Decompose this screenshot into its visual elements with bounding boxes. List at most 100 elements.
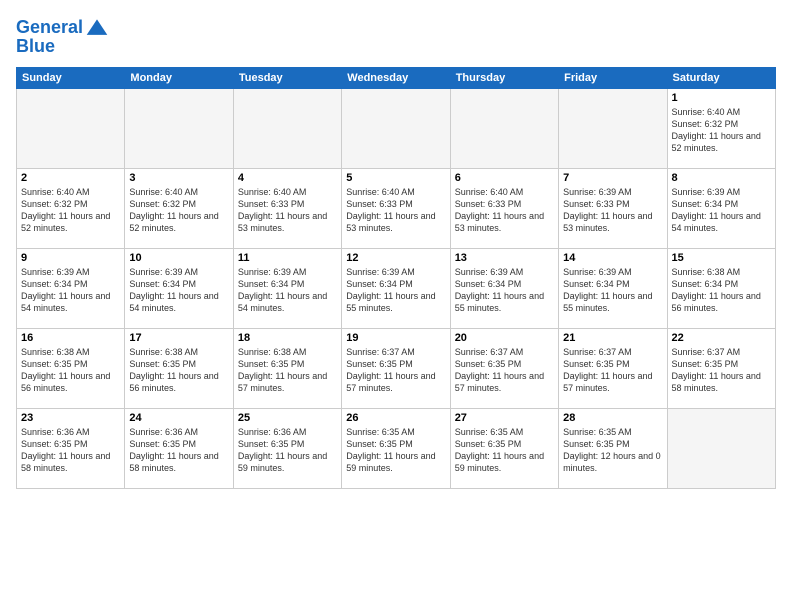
weekday-header-wednesday: Wednesday [342,68,450,89]
day-number: 28 [563,412,662,424]
day-number: 19 [346,332,445,344]
day-number: 9 [21,252,120,264]
day-info: Sunrise: 6:36 AMSunset: 6:35 PMDaylight:… [129,426,228,475]
day-number: 1 [672,92,771,104]
calendar-cell [559,89,667,169]
day-number: 15 [672,252,771,264]
day-info: Sunrise: 6:38 AMSunset: 6:34 PMDaylight:… [672,266,771,315]
day-number: 10 [129,252,228,264]
calendar-cell [17,89,125,169]
day-info: Sunrise: 6:39 AMSunset: 6:34 PMDaylight:… [672,186,771,235]
day-info: Sunrise: 6:38 AMSunset: 6:35 PMDaylight:… [238,346,337,395]
day-number: 14 [563,252,662,264]
day-number: 24 [129,412,228,424]
logo-icon [85,16,109,40]
day-info: Sunrise: 6:36 AMSunset: 6:35 PMDaylight:… [21,426,120,475]
logo: General Blue [16,16,109,57]
weekday-header-monday: Monday [125,68,233,89]
day-number: 3 [129,172,228,184]
weekday-header-tuesday: Tuesday [233,68,341,89]
day-info: Sunrise: 6:37 AMSunset: 6:35 PMDaylight:… [672,346,771,395]
day-number: 2 [21,172,120,184]
calendar-cell [667,409,775,489]
calendar-cell: 19 Sunrise: 6:37 AMSunset: 6:35 PMDayligh… [342,329,450,409]
calendar-cell: 18 Sunrise: 6:38 AMSunset: 6:35 PMDayligh… [233,329,341,409]
calendar-cell: 21 Sunrise: 6:37 AMSunset: 6:35 PMDayligh… [559,329,667,409]
day-info: Sunrise: 6:37 AMSunset: 6:35 PMDaylight:… [346,346,445,395]
day-info: Sunrise: 6:39 AMSunset: 6:34 PMDaylight:… [455,266,554,315]
day-number: 27 [455,412,554,424]
calendar-cell: 24 Sunrise: 6:36 AMSunset: 6:35 PMDayligh… [125,409,233,489]
day-number: 12 [346,252,445,264]
calendar-cell: 1 Sunrise: 6:40 AMSunset: 6:32 PMDaylight… [667,89,775,169]
weekday-header-friday: Friday [559,68,667,89]
calendar-cell: 15 Sunrise: 6:38 AMSunset: 6:34 PMDayligh… [667,249,775,329]
weekday-header-saturday: Saturday [667,68,775,89]
calendar-cell: 20 Sunrise: 6:37 AMSunset: 6:35 PMDayligh… [450,329,558,409]
calendar-cell: 7 Sunrise: 6:39 AMSunset: 6:33 PMDaylight… [559,169,667,249]
day-info: Sunrise: 6:39 AMSunset: 6:34 PMDaylight:… [21,266,120,315]
day-info: Sunrise: 6:40 AMSunset: 6:32 PMDaylight:… [672,106,771,155]
day-info: Sunrise: 6:39 AMSunset: 6:34 PMDaylight:… [238,266,337,315]
day-info: Sunrise: 6:38 AMSunset: 6:35 PMDaylight:… [129,346,228,395]
calendar-cell: 5 Sunrise: 6:40 AMSunset: 6:33 PMDaylight… [342,169,450,249]
calendar-cell [125,89,233,169]
day-info: Sunrise: 6:37 AMSunset: 6:35 PMDaylight:… [563,346,662,395]
calendar-cell [233,89,341,169]
calendar-cell: 14 Sunrise: 6:39 AMSunset: 6:34 PMDayligh… [559,249,667,329]
calendar-cell: 25Sunrise: 6:36 AMSunset: 6:35 PMDayligh… [233,409,341,489]
day-number: 8 [672,172,771,184]
day-info: Sunrise: 6:40 AMSunset: 6:32 PMDaylight:… [129,186,228,235]
day-number: 26 [346,412,445,424]
weekday-header-sunday: Sunday [17,68,125,89]
day-info: Sunrise: 6:39 AMSunset: 6:34 PMDaylight:… [129,266,228,315]
day-number: 18 [238,332,337,344]
logo-text: General [16,18,83,38]
day-info: Sunrise: 6:35 AMSunset: 6:35 PMDaylight:… [563,426,662,475]
day-number: 11 [238,252,337,264]
day-number: 21 [563,332,662,344]
calendar-cell: 9 Sunrise: 6:39 AMSunset: 6:34 PMDaylight… [17,249,125,329]
day-number: 17 [129,332,228,344]
day-number: 6 [455,172,554,184]
calendar-cell: 17 Sunrise: 6:38 AMSunset: 6:35 PMDayligh… [125,329,233,409]
calendar-cell: 11 Sunrise: 6:39 AMSunset: 6:34 PMDayligh… [233,249,341,329]
calendar-cell: 3 Sunrise: 6:40 AMSunset: 6:32 PMDaylight… [125,169,233,249]
calendar-cell: 2 Sunrise: 6:40 AMSunset: 6:32 PMDaylight… [17,169,125,249]
calendar-cell [450,89,558,169]
day-info: Sunrise: 6:37 AMSunset: 6:35 PMDaylight:… [455,346,554,395]
calendar-cell: 6 Sunrise: 6:40 AMSunset: 6:33 PMDaylight… [450,169,558,249]
calendar-cell: 26 Sunrise: 6:35 AMSunset: 6:35 PMDayligh… [342,409,450,489]
calendar-table: SundayMondayTuesdayWednesdayThursdayFrid… [16,67,776,489]
day-number: 22 [672,332,771,344]
day-info: Sunrise: 6:39 AMSunset: 6:34 PMDaylight:… [346,266,445,315]
day-info: Sunrise: 6:35 AMSunset: 6:35 PMDaylight:… [346,426,445,475]
calendar-cell: 16 Sunrise: 6:38 AMSunset: 6:35 PMDayligh… [17,329,125,409]
day-number: 16 [21,332,120,344]
day-number: 13 [455,252,554,264]
calendar-cell: 28 Sunrise: 6:35 AMSunset: 6:35 PMDayligh… [559,409,667,489]
day-info: Sunrise: 6:40 AMSunset: 6:33 PMDaylight:… [346,186,445,235]
day-number: 4 [238,172,337,184]
day-info: Sunrise: 6:35 AMSunset: 6:35 PMDaylight:… [455,426,554,475]
day-info: Sunrise: 6:40 AMSunset: 6:33 PMDaylight:… [455,186,554,235]
calendar-cell: 4 Sunrise: 6:40 AMSunset: 6:33 PMDaylight… [233,169,341,249]
day-info: Sunrise: 6:40 AMSunset: 6:32 PMDaylight:… [21,186,120,235]
day-info: Sunrise: 6:40 AMSunset: 6:33 PMDaylight:… [238,186,337,235]
calendar-cell: 10 Sunrise: 6:39 AMSunset: 6:34 PMDayligh… [125,249,233,329]
day-number: 7 [563,172,662,184]
day-number: 25 [238,412,337,424]
calendar-cell: 12 Sunrise: 6:39 AMSunset: 6:34 PMDayligh… [342,249,450,329]
page-header: General Blue [16,16,776,57]
calendar-cell: 27 Sunrise: 6:35 AMSunset: 6:35 PMDayligh… [450,409,558,489]
day-number: 23 [21,412,120,424]
calendar-cell [342,89,450,169]
day-number: 5 [346,172,445,184]
calendar-cell: 22 Sunrise: 6:37 AMSunset: 6:35 PMDayligh… [667,329,775,409]
calendar-cell: 13 Sunrise: 6:39 AMSunset: 6:34 PMDayligh… [450,249,558,329]
day-number: 20 [455,332,554,344]
day-info: Sunrise: 6:39 AMSunset: 6:33 PMDaylight:… [563,186,662,235]
day-info: Sunrise: 6:39 AMSunset: 6:34 PMDaylight:… [563,266,662,315]
weekday-header-thursday: Thursday [450,68,558,89]
day-info: Sunrise: 6:38 AMSunset: 6:35 PMDaylight:… [21,346,120,395]
